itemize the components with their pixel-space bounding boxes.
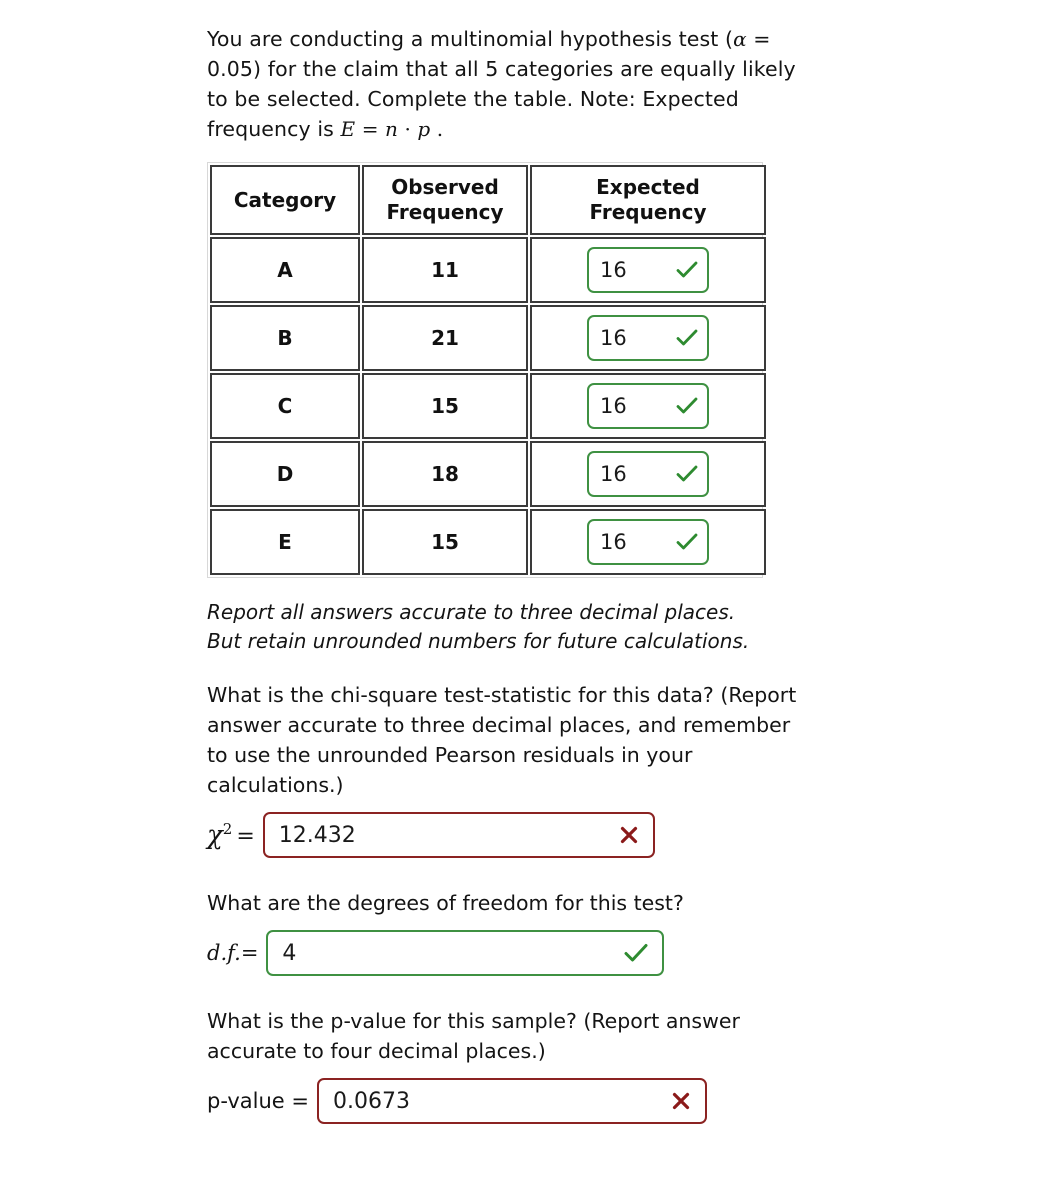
expected-value-d: 16 (600, 462, 627, 486)
expected-value-c: 16 (600, 394, 627, 418)
chi-square-answer-row: χ2 = 12.432 (207, 812, 847, 858)
table-row: E 15 16 (210, 509, 766, 575)
table-row: A 11 16 (210, 237, 766, 303)
p-value-input[interactable]: 0.0673 (316, 1078, 707, 1124)
cross-icon (619, 825, 639, 845)
p-value-value: 0.0673 (332, 1088, 410, 1114)
alpha-symbol: α (733, 27, 747, 51)
header-category: Category (210, 165, 360, 235)
degrees-of-freedom-value: 4 (282, 940, 297, 966)
expected-frequency-input-d[interactable]: 16 (587, 451, 709, 497)
chi-symbol: χ (207, 820, 223, 851)
header-observed-frequency: Observed Frequency (362, 165, 528, 235)
formula-p: p (417, 117, 431, 141)
cell-expected: 16 (530, 237, 766, 303)
checkmark-icon (676, 397, 698, 415)
cross-icon (671, 1091, 691, 1111)
table-row: B 21 16 (210, 305, 766, 371)
header-expected-line2: Frequency (589, 200, 707, 224)
checkmark-icon (624, 943, 648, 963)
rounding-note-line1: Report all answers accurate to three dec… (207, 600, 736, 624)
formula-E: E (340, 117, 356, 141)
header-observed-line2: Frequency (386, 200, 504, 224)
chi-square-question: What is the chi-square test-statistic fo… (207, 683, 797, 797)
chi-exponent: 2 (222, 819, 233, 838)
degrees-of-freedom-question: What are the degrees of freedom for this… (207, 891, 684, 915)
cell-expected: 16 (530, 373, 766, 439)
checkmark-icon (676, 329, 698, 347)
expected-frequency-input-a[interactable]: 16 (587, 247, 709, 293)
expected-value-a: 16 (600, 258, 627, 282)
chi-square-label: χ2 = (207, 820, 255, 851)
formula-equals: = (355, 117, 386, 141)
checkmark-icon (676, 465, 698, 483)
cell-expected: 16 (530, 441, 766, 507)
cell-observed: 15 (362, 509, 528, 575)
table-row: D 18 16 (210, 441, 766, 507)
p-value-question: What is the p-value for this sample? (Re… (207, 1009, 740, 1063)
rounding-note-line2: But retain unrounded numbers for future … (207, 629, 750, 653)
problem-statement: You are conducting a multinomial hypothe… (207, 24, 807, 144)
checkmark-icon (676, 261, 698, 279)
cell-observed: 21 (362, 305, 528, 371)
rounding-note: Report all answers accurate to three dec… (207, 598, 832, 656)
cell-category: C (210, 373, 360, 439)
cell-expected: 16 (530, 305, 766, 371)
worksheet-page: You are conducting a multinomial hypothe… (0, 0, 1056, 1200)
problem-statement-part1: You are conducting a multinomial hypothe… (207, 27, 734, 51)
header-observed-line1: Observed (391, 175, 499, 199)
worksheet-content: You are conducting a multinomial hypothe… (207, 24, 847, 1124)
checkmark-icon (676, 533, 698, 551)
cell-observed: 15 (362, 373, 528, 439)
cell-category: D (210, 441, 360, 507)
expected-frequency-input-b[interactable]: 16 (587, 315, 709, 361)
degrees-of-freedom-answer-row: d.f.= 4 (207, 930, 847, 976)
p-value-label: p-value = (207, 1089, 309, 1113)
formula-period: . (430, 117, 444, 141)
cell-category: B (210, 305, 360, 371)
cell-expected: 16 (530, 509, 766, 575)
cell-category: A (210, 237, 360, 303)
chi-square-value: 12.432 (278, 822, 356, 848)
frequency-table-container: Category Observed Frequency Expected Fre… (207, 162, 766, 578)
table-row: C 15 16 (210, 373, 766, 439)
cell-observed: 11 (362, 237, 528, 303)
table-header-row: Category Observed Frequency Expected Fre… (210, 165, 766, 235)
expected-value-e: 16 (600, 530, 627, 554)
formula-n: n (385, 117, 398, 141)
cell-observed: 18 (362, 441, 528, 507)
header-expected-frequency: Expected Frequency (530, 165, 766, 235)
degrees-of-freedom-label: d.f.= (207, 941, 259, 965)
expected-frequency-input-e[interactable]: 16 (587, 519, 709, 565)
p-value-answer-row: p-value = 0.0673 (207, 1078, 847, 1124)
formula-dot: · (398, 117, 418, 141)
chi-square-input[interactable]: 12.432 (262, 812, 655, 858)
frequency-table: Category Observed Frequency Expected Fre… (208, 163, 768, 577)
cell-category: E (210, 509, 360, 575)
chi-equals-sign: = (236, 824, 255, 850)
expected-value-b: 16 (600, 326, 627, 350)
degrees-of-freedom-input[interactable]: 4 (266, 930, 665, 976)
header-expected-line1: Expected (596, 175, 700, 199)
expected-frequency-input-c[interactable]: 16 (587, 383, 709, 429)
